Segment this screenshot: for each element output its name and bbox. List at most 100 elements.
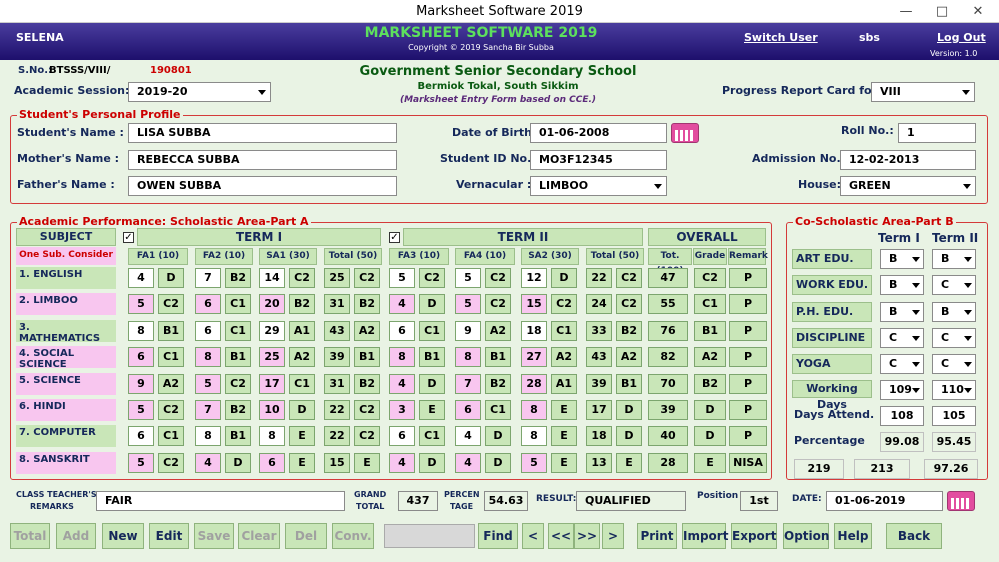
mark-cell[interactable]: 6 (195, 294, 221, 315)
class-select[interactable]: VIII (871, 82, 975, 102)
cs-grade-select-t1[interactable]: C (880, 354, 924, 375)
mark-cell[interactable]: 5 (128, 294, 154, 315)
mark-cell[interactable]: 4 (389, 373, 415, 394)
help-button[interactable]: Help (834, 523, 872, 549)
mark-cell[interactable]: 25 (259, 347, 285, 368)
cs-grade-select-t2[interactable]: B (932, 301, 976, 322)
mark-cell[interactable]: 6 (389, 320, 415, 341)
mark-cell[interactable]: 8 (195, 347, 221, 368)
mark-cell[interactable]: 5 (521, 452, 547, 473)
dob-calendar-icon[interactable] (671, 123, 699, 143)
mark-cell[interactable]: 6 (128, 347, 154, 368)
convert-button[interactable]: Conv. (332, 523, 374, 549)
maximize-button[interactable]: □ (924, 0, 960, 23)
date-input[interactable]: 01-06-2019 (826, 491, 943, 511)
working-days-button[interactable]: Working Days (792, 380, 872, 411)
cs-grade-select-t1[interactable]: B (880, 249, 924, 269)
cs-grade-select-t2[interactable]: C (932, 327, 976, 348)
days-attend-term2[interactable]: 105 (932, 406, 976, 426)
mark-cell[interactable]: 5 (128, 400, 154, 420)
add-button[interactable]: Add (56, 523, 96, 549)
mark-cell[interactable]: 8 (389, 347, 415, 368)
mark-cell[interactable]: 6 (195, 320, 221, 341)
find-button[interactable]: Find (478, 523, 518, 549)
mark-cell[interactable]: 8 (259, 426, 285, 447)
mark-cell[interactable]: 27 (521, 347, 547, 368)
mark-cell[interactable]: 8 (521, 400, 547, 420)
one-sub-consider[interactable]: One Sub. Consider (16, 247, 116, 265)
mark-cell[interactable]: 8 (128, 320, 154, 341)
admission-input[interactable]: 12-02-2013 (840, 150, 976, 170)
cs-grade-select-t2[interactable]: C (932, 354, 976, 375)
logout-link[interactable]: Log Out (937, 31, 986, 44)
mark-cell[interactable]: 6 (259, 452, 285, 473)
mark-cell[interactable]: 8 (455, 347, 481, 368)
mark-cell[interactable]: 5 (195, 373, 221, 394)
new-button[interactable]: New (102, 523, 144, 549)
mark-cell[interactable]: 29 (259, 320, 285, 341)
vernacular-select[interactable]: LIMBOO (530, 176, 667, 196)
cs-grade-select-t1[interactable]: B (880, 301, 924, 322)
mark-cell[interactable]: 5 (455, 294, 481, 315)
minimize-button[interactable]: — (888, 0, 924, 23)
mark-cell[interactable]: 5 (389, 268, 415, 288)
previous-button[interactable]: < (522, 523, 544, 549)
import-button[interactable]: Import (682, 523, 728, 549)
mark-cell[interactable]: 5 (455, 268, 481, 288)
delete-button[interactable]: Del (285, 523, 327, 549)
mark-cell[interactable]: 4 (455, 426, 481, 447)
mark-cell[interactable]: 15 (521, 294, 547, 315)
mark-cell[interactable]: 12 (521, 268, 547, 288)
mark-cell[interactable]: 18 (521, 320, 547, 341)
total-button[interactable]: Total (10, 523, 50, 549)
mark-cell[interactable]: 17 (259, 373, 285, 394)
mark-cell[interactable]: 7 (195, 268, 221, 288)
house-select[interactable]: GREEN (840, 176, 976, 196)
mark-cell[interactable]: 4 (128, 268, 154, 288)
mark-cell[interactable]: 8 (521, 426, 547, 447)
mark-cell[interactable]: 28 (521, 373, 547, 394)
export-button[interactable]: Export (731, 523, 777, 549)
mark-cell[interactable]: 4 (195, 452, 221, 473)
mark-cell[interactable]: 6 (455, 400, 481, 420)
days-attend-term1[interactable]: 108 (880, 406, 924, 426)
clear-button[interactable]: Clear (238, 523, 280, 549)
student-name-input[interactable]: LISA SUBBA (128, 123, 397, 143)
mark-cell[interactable]: 4 (389, 294, 415, 315)
mark-cell[interactable]: 14 (259, 268, 285, 288)
mark-cell[interactable]: 7 (455, 373, 481, 394)
back-button[interactable]: Back (886, 523, 942, 549)
date-calendar-icon[interactable] (947, 491, 975, 511)
next-button[interactable]: > (602, 523, 624, 549)
term1-checkbox[interactable]: ✓ (123, 232, 134, 243)
cs-grade-select-t1[interactable]: C (880, 327, 924, 348)
mark-cell[interactable]: 8 (195, 426, 221, 447)
dob-input[interactable]: 01-06-2008 (530, 123, 667, 143)
student-id-input[interactable]: MO3F12345 (530, 150, 667, 170)
cs-grade-select-t2[interactable]: B (932, 249, 976, 269)
mark-cell[interactable]: 5 (128, 452, 154, 473)
mark-cell[interactable]: 6 (389, 426, 415, 447)
edit-button[interactable]: Edit (149, 523, 189, 549)
last-record-button[interactable]: >> (574, 523, 600, 549)
working-days-term2-select[interactable]: 110 (932, 380, 976, 400)
print-button[interactable]: Print (637, 523, 677, 549)
remarks-input[interactable]: FAIR (96, 491, 345, 511)
mark-cell[interactable]: 3 (389, 400, 415, 420)
father-name-input[interactable]: OWEN SUBBA (128, 176, 397, 196)
mark-cell[interactable]: 10 (259, 400, 285, 420)
mark-cell[interactable]: 4 (455, 452, 481, 473)
session-select[interactable]: 2019-20 (128, 82, 271, 102)
roll-input[interactable]: 1 (898, 123, 976, 143)
mark-cell[interactable]: 6 (128, 426, 154, 447)
cs-grade-select-t2[interactable]: C (932, 275, 976, 296)
close-icon[interactable]: ✕ (960, 0, 996, 23)
working-days-term1-select[interactable]: 109 (880, 380, 924, 400)
term2-checkbox[interactable]: ✓ (389, 232, 400, 243)
save-button[interactable]: Save (194, 523, 234, 549)
mark-cell[interactable]: 9 (455, 320, 481, 341)
cs-grade-select-t1[interactable]: B (880, 275, 924, 296)
find-input[interactable] (384, 524, 475, 548)
mark-cell[interactable]: 4 (389, 452, 415, 473)
mother-name-input[interactable]: REBECCA SUBBA (128, 150, 397, 170)
